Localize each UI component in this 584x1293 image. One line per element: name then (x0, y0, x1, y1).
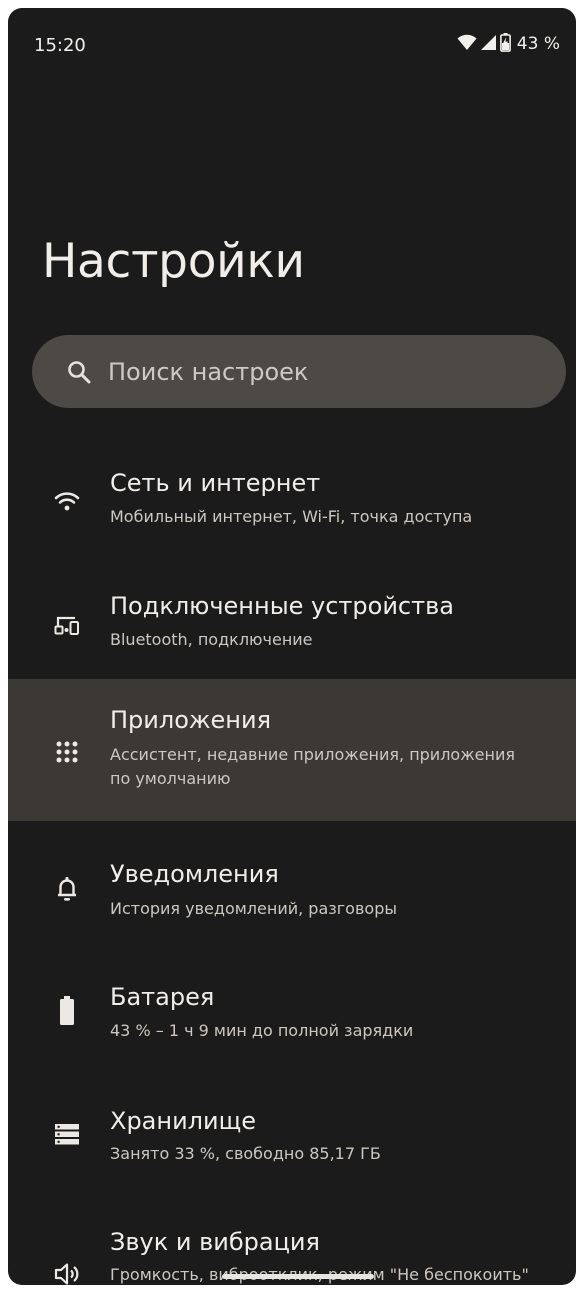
settings-item-connected-devices[interactable]: Подключенные устройства Bluetooth, подкл… (8, 566, 576, 676)
item-title: Подключенные устройства (110, 592, 454, 620)
storage-icon (52, 1119, 82, 1149)
battery-icon (52, 996, 82, 1026)
home-indicator[interactable] (222, 1274, 374, 1279)
wifi-icon (52, 486, 82, 516)
search-icon (66, 359, 92, 385)
wifi-icon (457, 34, 477, 55)
bell-icon (52, 874, 82, 904)
item-subtitle: Занято 33 %, свободно 85,17 ГБ (110, 1144, 381, 1163)
settings-item-network[interactable]: Сеть и интернет Мобильный интернет, Wi-F… (8, 444, 576, 554)
item-title: Хранилище (110, 1107, 256, 1135)
connected-devices-icon (52, 610, 82, 640)
settings-item-storage[interactable]: Хранилище Занято 33 %, свободно 85,17 ГБ (8, 1079, 576, 1189)
status-bar: 15:20 43 % (8, 8, 576, 82)
status-icons: 43 % (457, 32, 560, 56)
search-input[interactable]: Поиск настроек (32, 335, 566, 408)
battery-charging-icon (499, 32, 511, 56)
item-subtitle: Bluetooth, подключение (110, 630, 313, 649)
settings-item-apps[interactable]: Приложения Ассистент, недавние приложени… (8, 679, 576, 821)
search-placeholder: Поиск настроек (108, 357, 309, 386)
item-subtitle: Ассистент, недавние приложения, приложен… (110, 745, 515, 788)
speaker-icon (52, 1259, 82, 1285)
apps-grid-icon (52, 737, 82, 767)
item-title: Батарея (110, 983, 215, 1011)
settings-item-notifications[interactable]: Уведомления История уведомлений, разгово… (8, 834, 576, 944)
settings-item-sound[interactable]: Звук и вибрация Громкость, виброотклик, … (8, 1201, 576, 1285)
settings-item-battery[interactable]: Батарея 43 % – 1 ч 9 мин до полной заряд… (8, 956, 576, 1066)
cell-signal-icon (480, 34, 497, 55)
item-subtitle: 43 % – 1 ч 9 мин до полной зарядки (110, 1021, 414, 1040)
status-time: 15:20 (34, 35, 86, 56)
item-title: Звук и вибрация (110, 1228, 320, 1256)
item-title: Уведомления (110, 860, 279, 888)
battery-percent: 43 % (516, 34, 560, 54)
item-title: Приложения (110, 706, 272, 734)
settings-screen: 15:20 43 % Настройки Поиск настроек Сеть… (8, 8, 576, 1285)
item-subtitle: История уведомлений, разговоры (110, 899, 397, 918)
item-subtitle: Мобильный интернет, Wi-Fi, точка доступа (110, 507, 473, 526)
item-title: Сеть и интернет (110, 469, 321, 497)
page-title: Настройки (42, 234, 305, 289)
